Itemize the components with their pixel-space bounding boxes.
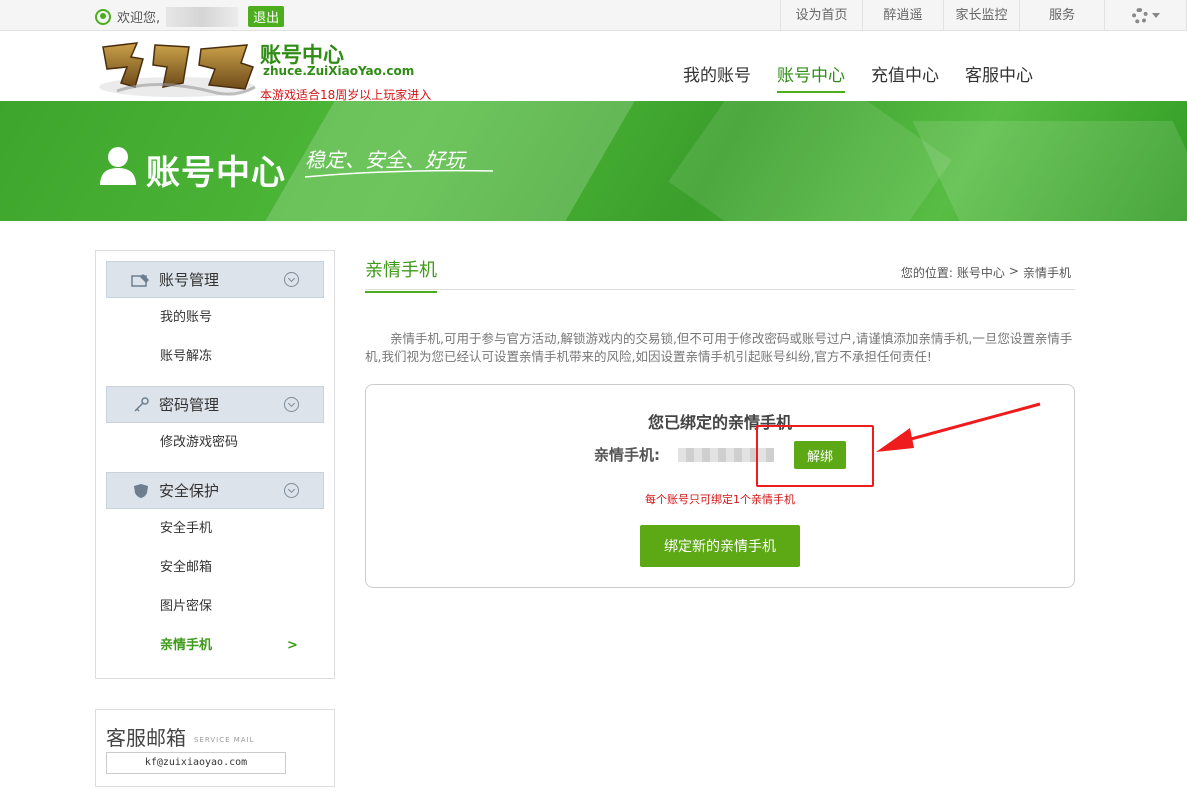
active-arrow-icon: >: [287, 638, 298, 653]
sidebar-group-label: 账号管理: [159, 271, 220, 289]
nav-account-center[interactable]: 账号中心: [777, 61, 845, 93]
sidebar-item-my-account[interactable]: 我的账号: [96, 298, 334, 337]
service-mail-title: 客服邮箱: [106, 726, 186, 750]
unbind-button[interactable]: 解绑: [794, 441, 846, 469]
annotation-arrow-icon: [876, 402, 1041, 452]
sidebar-group-account[interactable]: 账号管理: [106, 261, 324, 298]
key-icon: [134, 396, 149, 412]
bind-limit-note: 每个账号只可绑定1个亲情手机: [645, 493, 795, 506]
title-divider: [365, 289, 1075, 290]
breadcrumb-parent[interactable]: 账号中心: [957, 264, 1005, 281]
breadcrumb-separator: >: [1008, 264, 1019, 278]
sidebar-item-change-password[interactable]: 修改游戏密码: [96, 423, 334, 462]
page-title: 亲情手机: [365, 256, 437, 293]
caret-down-icon: [1151, 13, 1160, 18]
user-circle-icon: [95, 8, 111, 25]
service-mail-address[interactable]: kf@zuixiaoyao.com: [106, 752, 286, 774]
site-header: 账号中心 zhuce.ZuiXiaoYao.com 本游戏适合18周岁以上玩家进…: [0, 31, 1187, 102]
sidebar-item-security-phone[interactable]: 安全手机: [96, 509, 334, 548]
settings-menu[interactable]: [1104, 0, 1187, 31]
chevron-down-icon[interactable]: [284, 483, 299, 498]
sidebar: 账号管理 我的账号 账号解冻 密码管理 修改游戏密码 安全保护 安全手机 安全邮…: [95, 250, 335, 679]
bind-new-phone-button[interactable]: 绑定新的亲情手机: [640, 525, 800, 567]
slogan-text: 稳定、安全、好玩: [305, 148, 467, 172]
game-logo[interactable]: [97, 37, 257, 99]
top-link-zuixiaoyao[interactable]: 醉逍遥: [862, 0, 943, 31]
welcome-area: 欢迎您, 退出: [95, 6, 285, 27]
banner-title: 账号中心: [146, 153, 286, 193]
service-mail-subtitle: SERVICE MAIL: [194, 736, 255, 744]
nav-service-center[interactable]: 客服中心: [965, 61, 1033, 93]
family-phone-label: 亲情手机:: [594, 446, 660, 464]
chevron-down-icon[interactable]: [284, 272, 299, 287]
breadcrumb: 您的位置: 账号中心 > 亲情手机: [901, 264, 1075, 281]
sidebar-item-security-email[interactable]: 安全邮箱: [96, 548, 334, 587]
sidebar-item-unfreeze[interactable]: 账号解冻: [96, 337, 334, 376]
top-bar: 欢迎您, 退出 设为首页 醉逍遥 家长监控 服务: [0, 0, 1187, 31]
service-mail-box: 客服邮箱 SERVICE MAIL kf@zuixiaoyao.com: [95, 709, 335, 787]
logout-button[interactable]: 退出: [248, 6, 285, 27]
banner: 账号中心 稳定、安全、好玩: [0, 101, 1187, 221]
user-icon: [100, 147, 136, 185]
sidebar-item-image-security[interactable]: 图片密保: [96, 587, 334, 626]
top-links: 设为首页 醉逍遥 家长监控 服务: [780, 0, 1187, 31]
chevron-down-icon[interactable]: [284, 397, 299, 412]
banner-decor: [912, 121, 1187, 221]
sidebar-item-label: 亲情手机: [160, 638, 213, 653]
sidebar-group-password[interactable]: 密码管理: [106, 386, 324, 423]
slogan-script: 稳定、安全、好玩: [304, 148, 494, 178]
nav-recharge-center[interactable]: 充值中心: [871, 61, 939, 93]
shield-icon: [134, 483, 148, 498]
top-link-set-home[interactable]: 设为首页: [780, 0, 862, 31]
sidebar-group-label: 密码管理: [159, 396, 220, 414]
nav-my-account[interactable]: 我的账号: [683, 61, 751, 93]
username-blurred: [166, 6, 239, 27]
breadcrumb-current: 亲情手机: [1022, 266, 1071, 280]
welcome-text: 欢迎您,: [117, 11, 161, 26]
family-phone-notice: 亲情手机,可用于参与官方活动,解锁游戏内的交易锁,但不可用于修改密码或账号过户,…: [365, 331, 1073, 364]
sidebar-group-security[interactable]: 安全保护: [106, 472, 324, 509]
banner-slogan: 稳定、安全、好玩: [304, 141, 495, 191]
gear-icon: [1131, 7, 1148, 24]
logo-url: zhuce.ZuiXiaoYao.com: [263, 64, 415, 78]
sidebar-item-family-phone[interactable]: 亲情手机 >: [96, 626, 334, 665]
banner-decor: [668, 101, 952, 221]
breadcrumb-prefix: 您的位置:: [900, 266, 953, 280]
top-link-service[interactable]: 服务: [1019, 0, 1104, 31]
sidebar-group-label: 安全保护: [159, 482, 220, 500]
main-nav: 我的账号 账号中心 充值中心 客服中心: [670, 61, 1046, 93]
top-link-parental-control[interactable]: 家长监控: [943, 0, 1019, 31]
id-card-icon: [131, 273, 149, 287]
